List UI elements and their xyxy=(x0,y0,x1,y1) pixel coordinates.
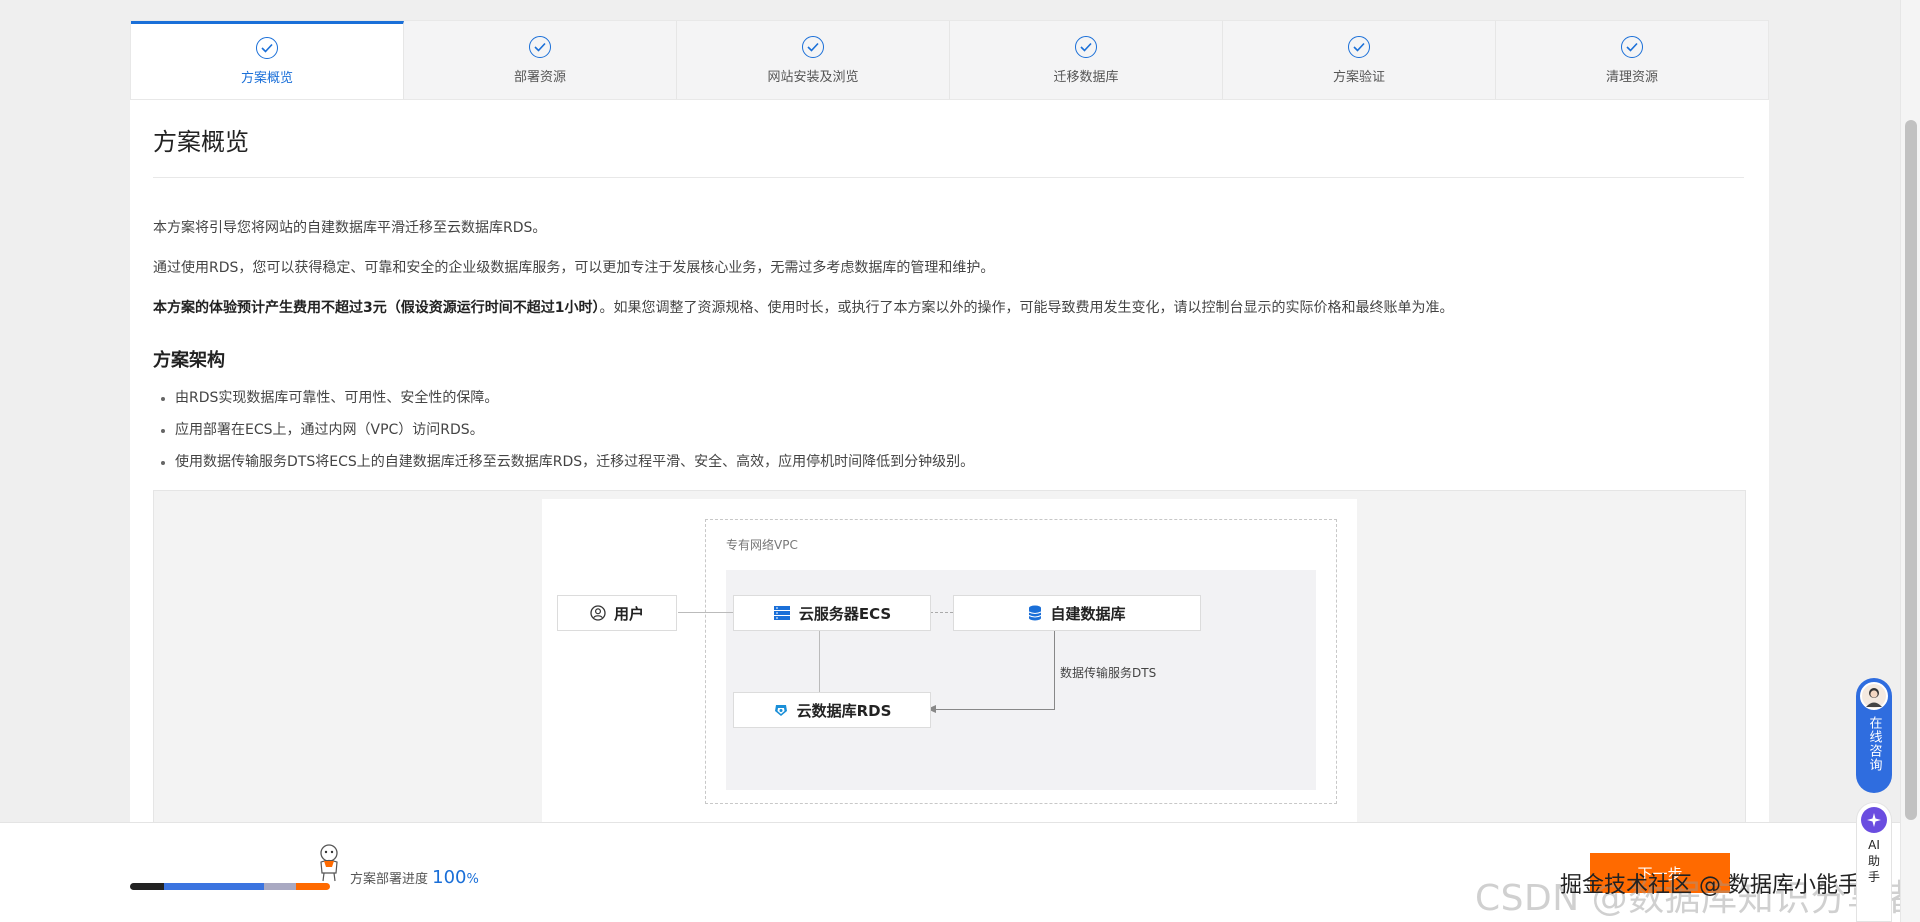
rds-benefits-paragraph: 通过使用RDS，您可以获得稳定、可靠和安全的企业级数据库服务，可以更加专注于发展… xyxy=(153,260,995,276)
user-label: 用户 xyxy=(613,604,644,623)
tab-label: 方案概览 xyxy=(240,71,293,86)
vpc-boundary: 专有网络VPC xyxy=(705,519,1337,804)
rds-icon xyxy=(773,702,789,718)
rds-node: 云数据库RDS xyxy=(733,692,931,728)
check-circle-icon xyxy=(802,35,824,58)
ecs-label: 云服务器ECS xyxy=(798,604,892,623)
progress-value: 100 xyxy=(432,867,467,888)
deployment-footer: 方案部署进度 100% 下一步 CSDN @数据库知识分享者 掘金技术社区 @ … xyxy=(0,822,1920,922)
dts-label: 数据传输服务DTS xyxy=(1060,666,1157,680)
progress-segment xyxy=(164,883,264,890)
tab-site-install[interactable]: 网站安装及浏览 xyxy=(677,21,950,99)
server-icon xyxy=(773,605,791,621)
list-item: 由RDS实现数据库可靠性、可用性、安全性的保障。 xyxy=(153,387,974,419)
progress-text: 方案部署进度 100% xyxy=(350,867,479,888)
check-circle-icon xyxy=(529,35,551,58)
check-circle-icon xyxy=(1621,35,1643,58)
connector-user-ecs xyxy=(678,612,733,613)
tab-overview[interactable]: 方案概览 xyxy=(131,21,404,99)
selfdb-node: 自建数据库 xyxy=(953,595,1201,631)
architecture-list: 由RDS实现数据库可靠性、可用性、安全性的保障。 应用部署在ECS上，通过内网（… xyxy=(153,387,974,483)
tab-label: 网站安装及浏览 xyxy=(767,69,859,85)
tab-deploy-resources[interactable]: 部署资源 xyxy=(404,21,677,99)
mascot-icon xyxy=(312,843,346,887)
rds-label: 云数据库RDS xyxy=(796,701,892,720)
tab-migrate-db[interactable]: 迁移数据库 xyxy=(950,21,1223,99)
overlay-text: 掘金技术社区 @ 数据库小能手 xyxy=(1560,873,1860,898)
connector-selfdb-down xyxy=(1054,630,1055,710)
ai-assistant-button[interactable]: AI助手 xyxy=(1856,802,1892,922)
ai-assistant-label: AI助手 xyxy=(1867,838,1880,884)
architecture-heading: 方案架构 xyxy=(153,350,225,371)
scrollbar-thumb[interactable] xyxy=(1905,120,1917,820)
page-title: 方案概览 xyxy=(153,128,249,156)
page-scrollbar[interactable] xyxy=(1900,0,1920,922)
deploy-progress-bar xyxy=(130,883,330,890)
tab-label: 迁移数据库 xyxy=(1053,69,1119,85)
ecs-node: 云服务器ECS xyxy=(733,595,931,631)
content-card: 方案概览 本方案将引导您将网站的自建数据库平滑迁移至云数据库RDS。 通过使用R… xyxy=(130,100,1769,830)
user-node: 用户 xyxy=(557,595,677,631)
selfdb-label: 自建数据库 xyxy=(1050,604,1126,623)
tab-cleanup[interactable]: 清理资源 xyxy=(1496,21,1768,99)
list-item: 使用数据传输服务DTS将ECS上的自建数据库迁移至云数据库RDS，迁移过程平滑、… xyxy=(153,451,974,483)
progress-segment xyxy=(264,883,296,890)
tab-verify[interactable]: 方案验证 xyxy=(1223,21,1496,99)
consult-label: 在线咨询 xyxy=(1866,716,1882,772)
architecture-diagram-area: 专有网络VPC 数据传输服务DTS 用户 云服务器ECS 自建数据库 云数据库R… xyxy=(153,490,1746,830)
intro-paragraph: 本方案将引导您将网站的自建数据库平滑迁移至云数据库RDS。 xyxy=(153,220,547,236)
progress-unit: % xyxy=(466,872,479,887)
user-icon xyxy=(590,605,606,621)
online-consult-button[interactable]: 在线咨询 xyxy=(1856,678,1892,793)
avatar xyxy=(1860,682,1888,710)
database-icon xyxy=(1028,605,1042,621)
list-item: 应用部署在ECS上，通过内网（VPC）访问RDS。 xyxy=(153,419,974,451)
check-circle-icon xyxy=(256,37,278,59)
check-circle-icon xyxy=(1348,35,1370,58)
cost-paragraph: 本方案的体验预计产生费用不超过3元（假设资源运行时间不超过1小时）。如果您调整了… xyxy=(153,297,1453,317)
divider xyxy=(153,177,1744,178)
cost-rest-text: 。如果您调整了资源规格、使用时长，或执行了本方案以外的操作，可能导致费用发生变化… xyxy=(599,300,1454,316)
tab-label: 清理资源 xyxy=(1605,69,1658,85)
progress-label: 方案部署进度 xyxy=(350,872,429,887)
check-circle-icon xyxy=(1075,35,1097,58)
step-tabs: 方案概览 部署资源 网站安装及浏览 迁移数据库 方案验证 清理资源 xyxy=(130,20,1769,100)
progress-segment xyxy=(130,883,164,890)
sparkle-icon xyxy=(1861,807,1887,833)
connector-dts-arrow xyxy=(934,709,1055,710)
cost-bold-text: 本方案的体验预计产生费用不超过3元（假设资源运行时间不超过1小时） xyxy=(153,300,600,316)
tab-label: 方案验证 xyxy=(1332,69,1385,85)
vpc-label: 专有网络VPC xyxy=(726,538,798,552)
connector-ecs-selfdb xyxy=(930,612,953,613)
connector-ecs-rds xyxy=(819,630,820,694)
architecture-diagram: 专有网络VPC 数据传输服务DTS 用户 云服务器ECS 自建数据库 云数据库R… xyxy=(542,499,1357,830)
tab-label: 部署资源 xyxy=(513,69,566,85)
